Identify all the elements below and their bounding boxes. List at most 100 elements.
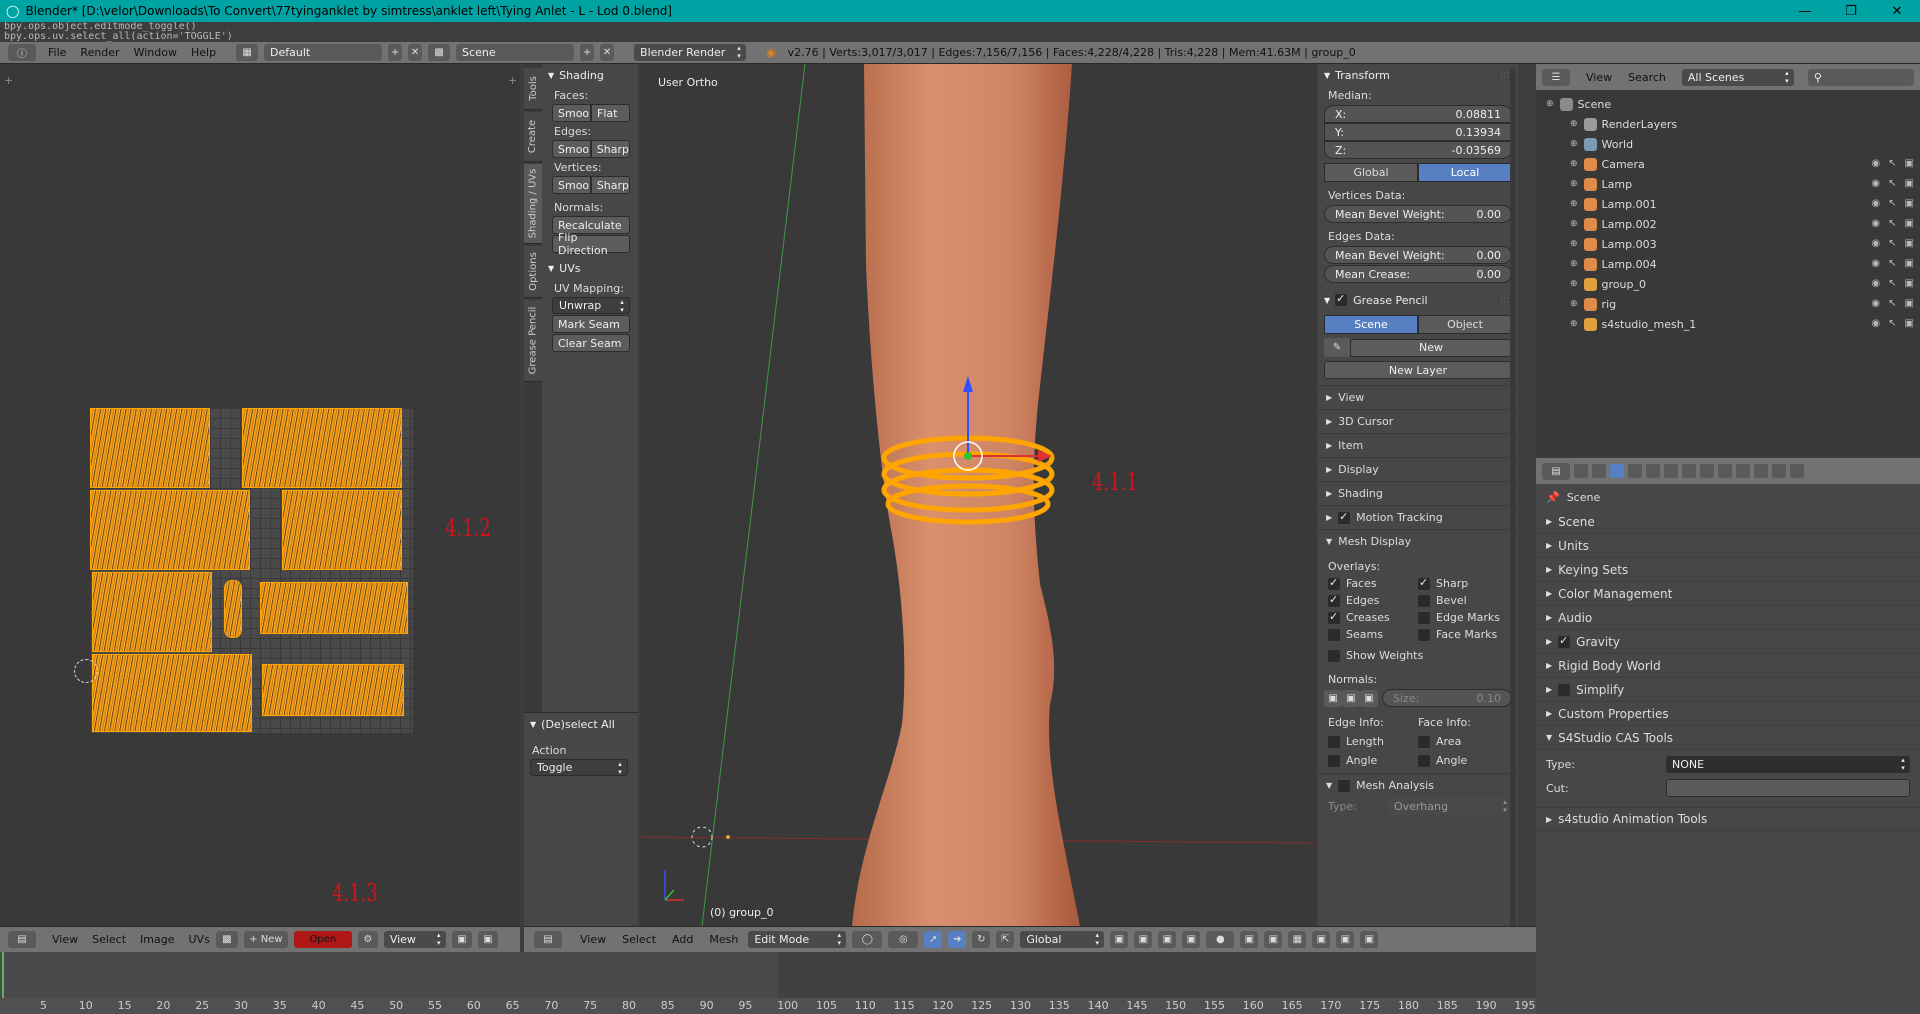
add-scene-icon[interactable]: + <box>580 44 595 61</box>
selectable-arrow-icon[interactable]: ↖ <box>1888 238 1896 249</box>
show-weights-checkbox[interactable]: Show Weights <box>1318 643 1518 668</box>
uv-island[interactable] <box>242 408 402 488</box>
panel-grease-pencil[interactable]: Grease Pencil:::: <box>1318 289 1518 311</box>
info-editor-type-icon[interactable]: ⓘ <box>8 44 36 61</box>
uv-island[interactable] <box>92 654 252 732</box>
translate-icon[interactable]: ➜ <box>948 931 967 948</box>
remove-scene-icon[interactable]: ✕ <box>600 44 615 61</box>
edge-bevel-weight-field[interactable]: Mean Bevel Weight: 0.00 <box>1324 246 1512 264</box>
outliner-menu-search[interactable]: Search <box>1628 71 1666 84</box>
panel-shading[interactable]: Shading <box>542 64 638 86</box>
menu-render[interactable]: Render <box>80 46 119 59</box>
grease-scene-toggle[interactable]: Scene <box>1324 315 1418 334</box>
mark-seam-button[interactable]: Mark Seam <box>552 315 630 333</box>
panel-mesh-display[interactable]: Mesh Display <box>1318 529 1518 553</box>
panel-mesh-analysis[interactable]: Mesh Analysis <box>1318 773 1518 797</box>
renderable-camera-icon[interactable]: ▣ <box>1905 158 1914 169</box>
menu-file[interactable]: File <box>48 46 66 59</box>
analysis-type-select[interactable]: Overhang <box>1388 798 1512 815</box>
faces-smooth-button[interactable]: Smoo <box>552 104 591 122</box>
expand-icon[interactable]: ⊕ <box>1570 119 1578 129</box>
visibility-eye-icon[interactable]: ◉ <box>1871 238 1880 249</box>
visibility-eye-icon[interactable]: ◉ <box>1871 258 1880 269</box>
tab-shading-uvs[interactable]: Shading / UVs <box>524 164 542 244</box>
outliner-item[interactable]: ⊕ World <box>1536 134 1920 154</box>
object-tab-icon[interactable] <box>1646 464 1660 478</box>
modifiers-tab-icon[interactable] <box>1682 464 1696 478</box>
open-image-button[interactable]: Open <box>293 931 352 948</box>
3d-menu-view[interactable]: View <box>580 933 606 946</box>
layers-icon[interactable]: ▦ <box>1288 931 1307 948</box>
mode-select[interactable]: Edit Mode <box>748 931 847 948</box>
layout-icon[interactable]: ▦ <box>236 44 259 61</box>
material-tab-icon[interactable] <box>1736 464 1750 478</box>
expand-icon[interactable]: ⊕ <box>1546 99 1554 109</box>
edge-angle-checkbox[interactable]: Angle <box>1328 754 1418 767</box>
median-x-field[interactable]: X: 0.08811 <box>1324 105 1512 123</box>
pin-image-icon[interactable]: ⚙ <box>357 931 378 948</box>
visibility-eye-icon[interactable]: ◉ <box>1871 278 1880 289</box>
section-audio[interactable]: Audio <box>1536 606 1920 630</box>
proportional-edit-icon[interactable]: ● <box>1206 931 1235 948</box>
grease-new-button[interactable]: New <box>1350 338 1512 357</box>
bone-tab-icon[interactable] <box>1718 464 1732 478</box>
orientation-select[interactable]: Global <box>1020 931 1105 948</box>
add-layout-icon[interactable]: + <box>388 44 403 61</box>
rotate-icon[interactable]: ↻ <box>972 931 991 948</box>
section-units[interactable]: Units <box>1536 534 1920 558</box>
panel-display[interactable]: Display <box>1318 457 1518 481</box>
scene-icon[interactable]: ▩ <box>428 44 451 61</box>
panel-view[interactable]: View <box>1318 385 1518 409</box>
selectable-arrow-icon[interactable]: ↖ <box>1888 298 1896 309</box>
overlay-edge-marks-checkbox[interactable]: Edge Marks <box>1418 611 1508 624</box>
renderable-camera-icon[interactable]: ▣ <box>1905 178 1914 189</box>
expand-icon[interactable]: ⊕ <box>1570 239 1578 249</box>
scene-field[interactable]: Scene <box>456 44 575 61</box>
renderable-camera-icon[interactable]: ▣ <box>1905 198 1914 209</box>
menu-help[interactable]: Help <box>191 46 216 59</box>
outliner-filter-select[interactable]: All Scenes <box>1681 68 1794 86</box>
selectable-arrow-icon[interactable]: ↖ <box>1888 318 1896 329</box>
tab-create[interactable]: Create <box>524 112 542 162</box>
panel-item[interactable]: Item <box>1318 433 1518 457</box>
texture-tab-icon[interactable] <box>1754 464 1768 478</box>
panel-uvs[interactable]: UVs <box>542 257 638 279</box>
uv-island[interactable] <box>224 580 242 638</box>
snap-icon[interactable]: ▣ <box>1240 931 1259 948</box>
normal-size-field[interactable]: Size: 0.10 <box>1382 689 1512 707</box>
action-select[interactable]: Toggle <box>530 759 628 776</box>
tab-options[interactable]: Options <box>524 246 542 298</box>
scale-icon[interactable]: ⇱ <box>996 931 1015 948</box>
median-y-field[interactable]: Y: 0.13934 <box>1324 123 1512 141</box>
selectable-arrow-icon[interactable]: ↖ <box>1888 178 1896 189</box>
timeline[interactable]: 5 10 15 20 25 30 35 40 45 50 55 60 65 70 75 80 85 90 95 100… <box>0 952 1536 1014</box>
scene-tab-icon[interactable] <box>1610 464 1624 478</box>
3d-menu-mesh[interactable]: Mesh <box>709 933 738 946</box>
uv-island[interactable] <box>90 490 250 570</box>
face-select-icon[interactable]: ▣ <box>1158 931 1177 948</box>
expand-icon[interactable]: ⊕ <box>1570 179 1578 189</box>
face-area-checkbox[interactable]: Area <box>1418 735 1508 748</box>
particles-tab-icon[interactable] <box>1772 464 1786 478</box>
grease-object-toggle[interactable]: Object <box>1418 315 1512 334</box>
uv-island[interactable] <box>90 408 210 488</box>
vertices-sharp-button[interactable]: Sharp <box>590 176 630 194</box>
uv-menu-uvs[interactable]: UVs <box>189 933 210 946</box>
renderable-camera-icon[interactable]: ▣ <box>1905 278 1914 289</box>
section-custom-properties[interactable]: Custom Properties <box>1536 702 1920 726</box>
unwrap-menu[interactable]: Unwrap <box>552 297 630 314</box>
outliner-item[interactable]: ⊕ Camera ◉ ↖ ▣ <box>1536 154 1920 174</box>
tab-grease-pencil[interactable]: Grease Pencil <box>524 300 542 382</box>
pivot-point-icon[interactable]: ◎ <box>888 931 919 948</box>
3d-editor-type-icon[interactable]: ▤ <box>534 931 562 948</box>
uv-cursor-icon[interactable] <box>74 659 98 683</box>
render-preview-icon[interactable]: ▣ <box>1312 931 1331 948</box>
uv-menu-view[interactable]: View <box>52 933 78 946</box>
panel-motion-tracking[interactable]: Motion Tracking <box>1318 505 1518 529</box>
edges-sharp-button[interactable]: Sharp <box>590 140 630 158</box>
expand-icon[interactable]: ⊕ <box>1570 299 1578 309</box>
overlay-creases-checkbox[interactable]: Creases <box>1328 610 1418 624</box>
pencil-icon[interactable]: ✎ <box>1324 338 1350 357</box>
outliner-item[interactable]: ⊕ RenderLayers <box>1536 114 1920 134</box>
local-toggle[interactable]: Local <box>1418 163 1512 182</box>
